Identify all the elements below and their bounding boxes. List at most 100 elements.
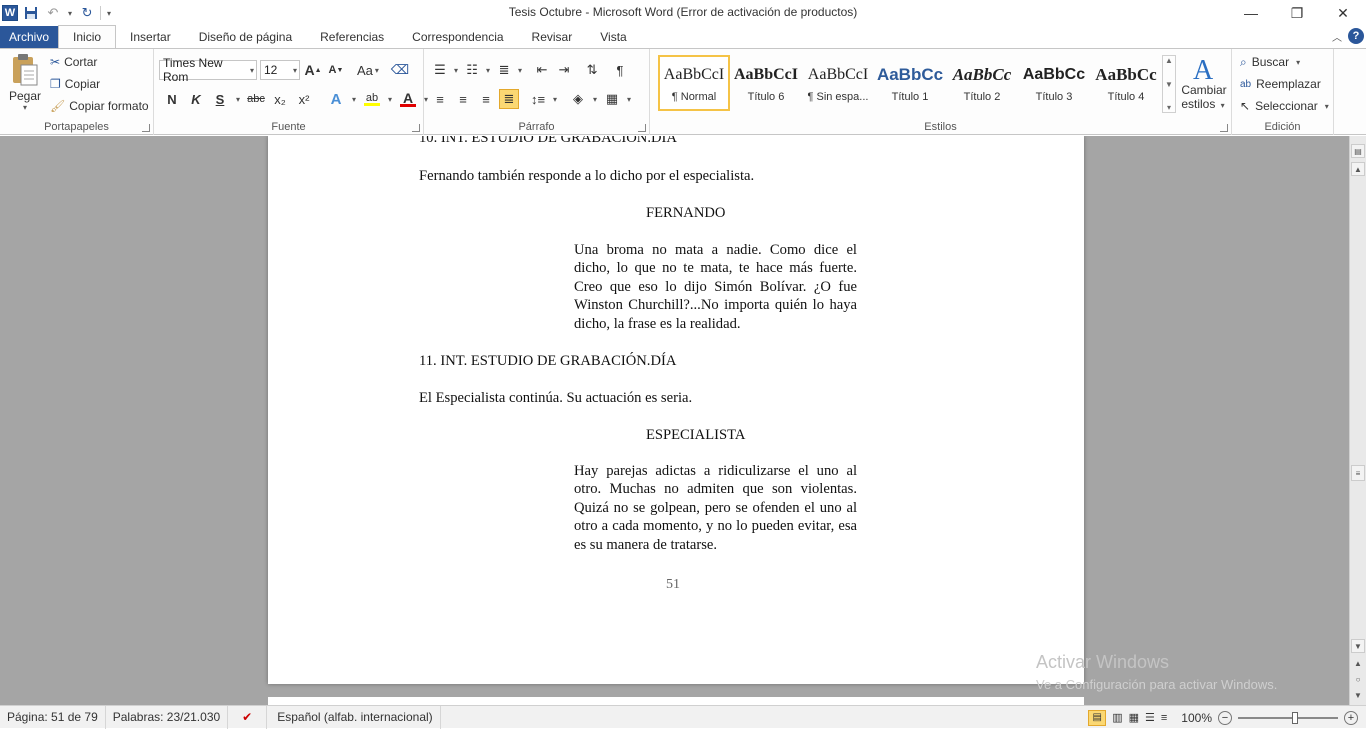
styles-scroll-up-icon[interactable]: ▲ — [1165, 56, 1173, 65]
paste-button[interactable]: Pegar ▾ — [6, 53, 44, 112]
numbering-icon[interactable]: ☷ — [462, 60, 482, 80]
font-size-combo[interactable]: 12 ▾ — [260, 60, 300, 80]
multilevel-dropdown-icon[interactable]: ▾ — [516, 66, 524, 75]
zoom-in-icon[interactable]: + — [1344, 710, 1358, 725]
scroll-thumb[interactable]: ≡ — [1351, 465, 1365, 481]
tab-inicio[interactable]: Inicio — [58, 25, 117, 48]
find-button[interactable]: ⌕ Buscar ▾ — [1240, 51, 1302, 73]
full-screen-reading-icon[interactable]: ▥ — [1112, 711, 1122, 724]
minimize-button[interactable]: — — [1228, 0, 1274, 26]
line-spacing-icon[interactable]: ↕≡ — [528, 89, 548, 109]
minimize-ribbon-icon[interactable]: ︿ — [1332, 29, 1342, 44]
text-effects-dropdown-icon[interactable]: ▾ — [350, 95, 358, 104]
zoom-out-icon[interactable]: − — [1218, 710, 1232, 725]
status-page[interactable]: Página: 51 de 79 — [0, 705, 106, 729]
increase-indent-icon[interactable]: ⇥ — [554, 60, 574, 80]
document-area[interactable]: 10. INT. ESTUDIO DE GRABACIÓN.DÍA Fernan… — [0, 136, 1349, 705]
vertical-scrollbar[interactable]: ▤ ▲ ≡ ▼ ▲ ○ ▼ — [1349, 136, 1366, 705]
clipboard-launcher-icon[interactable] — [142, 124, 150, 132]
bold-button[interactable]: N — [162, 89, 182, 109]
style-titulo-6[interactable]: AaBbCcI Título 6 — [730, 55, 802, 111]
align-right-icon[interactable]: ≡ — [476, 89, 496, 109]
strikethrough-button[interactable]: abc — [246, 89, 266, 109]
zoom-slider[interactable] — [1238, 711, 1338, 725]
style-titulo-4[interactable]: AaBbCc Título 4 — [1090, 55, 1162, 111]
borders-dropdown-icon[interactable]: ▾ — [625, 95, 633, 104]
format-painter-button[interactable]: 🖌 Copiar formato — [50, 96, 149, 116]
undo-icon[interactable]: ↶ — [44, 4, 62, 22]
redo-icon[interactable]: ↻ — [78, 4, 96, 22]
numbering-dropdown-icon[interactable]: ▾ — [484, 66, 492, 75]
shrink-font-button[interactable]: A ▼ — [326, 60, 346, 80]
draft-view-icon[interactable]: ≡ — [1161, 712, 1167, 724]
outline-view-icon[interactable]: ☰ — [1145, 711, 1155, 724]
status-words[interactable]: Palabras: 23/21.030 — [106, 705, 229, 729]
select-button[interactable]: ↖ Seleccionar ▾ — [1240, 95, 1331, 117]
change-styles-button[interactable]: A Cambiar estilos ▾ — [1180, 53, 1228, 111]
tab-correspondencia[interactable]: Correspondencia — [398, 26, 517, 48]
zoom-level[interactable]: 100% — [1181, 711, 1212, 725]
underline-button[interactable]: S — [210, 89, 230, 109]
tab-revisar[interactable]: Revisar — [518, 26, 587, 48]
borders-icon[interactable]: ▦ — [602, 89, 622, 109]
font-launcher-icon[interactable] — [412, 124, 420, 132]
bullets-icon[interactable]: ☰ — [430, 60, 450, 80]
grow-font-button[interactable]: A ▲ — [303, 60, 323, 80]
font-name-combo[interactable]: Times New Rom ▾ — [159, 56, 257, 84]
paragraph-launcher-icon[interactable] — [638, 124, 646, 132]
styles-launcher-icon[interactable] — [1220, 124, 1228, 132]
copy-button[interactable]: ❐ Copiar — [50, 74, 100, 94]
restore-button[interactable]: ❐ — [1274, 0, 1320, 26]
ruler-toggle-icon[interactable]: ▤ — [1351, 144, 1365, 158]
align-left-icon[interactable]: ≡ — [430, 89, 450, 109]
scroll-up-arrow-icon[interactable]: ▲ — [1351, 162, 1365, 176]
cut-button[interactable]: ✂ Cortar — [50, 52, 97, 72]
multilevel-list-icon[interactable]: ≣ — [494, 60, 514, 80]
change-case-button[interactable]: Aa ▾ — [357, 60, 381, 80]
tab-vista[interactable]: Vista — [586, 26, 640, 48]
shading-icon[interactable]: ◈ — [568, 89, 588, 109]
styles-more-icon[interactable]: ▾ — [1167, 103, 1171, 112]
highlight-button[interactable]: ab — [362, 89, 382, 109]
sort-icon[interactable]: ⇅ — [582, 60, 602, 80]
shading-dropdown-icon[interactable]: ▾ — [591, 95, 599, 104]
customize-qat-icon[interactable]: ▾ — [105, 9, 113, 18]
font-color-button[interactable]: A — [398, 89, 418, 109]
document-page[interactable]: 10. INT. ESTUDIO DE GRABACIÓN.DÍA Fernan… — [268, 136, 1084, 684]
highlight-dropdown-icon[interactable]: ▾ — [386, 95, 394, 104]
word-logo-icon[interactable]: W — [2, 5, 18, 21]
status-language[interactable]: Español (alfab. internacional) — [267, 705, 441, 729]
style-sin-espaciado[interactable]: AaBbCcI ¶ Sin espa... — [802, 55, 874, 111]
zoom-thumb[interactable] — [1292, 711, 1298, 724]
previous-page-icon[interactable]: ▲ — [1351, 656, 1365, 670]
scroll-down-arrow-icon[interactable]: ▼ — [1351, 639, 1365, 653]
print-layout-view-icon[interactable]: ▤ — [1088, 709, 1107, 726]
next-page-icon[interactable]: ▼ — [1351, 688, 1365, 702]
align-center-icon[interactable]: ≡ — [453, 89, 473, 109]
line-spacing-dropdown-icon[interactable]: ▾ — [551, 95, 559, 104]
replace-button[interactable]: ab Reemplazar — [1240, 73, 1321, 95]
italic-button[interactable]: K — [186, 89, 206, 109]
decrease-indent-icon[interactable]: ⇤ — [532, 60, 552, 80]
subscript-button[interactable]: x₂ — [270, 89, 290, 109]
help-icon[interactable]: ? — [1348, 28, 1364, 44]
clear-formatting-button[interactable]: ⌫ — [390, 60, 410, 80]
close-button[interactable]: ✕ — [1320, 0, 1366, 26]
tab-insertar[interactable]: Insertar — [116, 26, 185, 48]
proofing-icon[interactable]: ✔ — [228, 705, 268, 729]
underline-dropdown-icon[interactable]: ▾ — [234, 95, 242, 104]
show-marks-icon[interactable]: ¶ — [610, 60, 630, 80]
justify-icon[interactable]: ≣ — [499, 89, 519, 109]
style-titulo-3[interactable]: AaBbCc Título 3 — [1018, 55, 1090, 111]
bullets-dropdown-icon[interactable]: ▾ — [452, 66, 460, 75]
tab-archivo[interactable]: Archivo — [0, 26, 59, 48]
web-layout-icon[interactable]: ▦ — [1129, 711, 1139, 724]
superscript-button[interactable]: x² — [294, 89, 314, 109]
save-icon[interactable] — [22, 4, 40, 22]
style-normal[interactable]: AaBbCcI ¶ Normal — [658, 55, 730, 111]
text-effects-button[interactable]: A — [326, 89, 346, 109]
undo-dropdown-icon[interactable]: ▾ — [66, 9, 74, 18]
style-titulo-2[interactable]: AaBbCc Título 2 — [946, 55, 1018, 111]
tab-referencias[interactable]: Referencias — [306, 26, 398, 48]
tab-diseno-pagina[interactable]: Diseño de página — [185, 26, 306, 48]
